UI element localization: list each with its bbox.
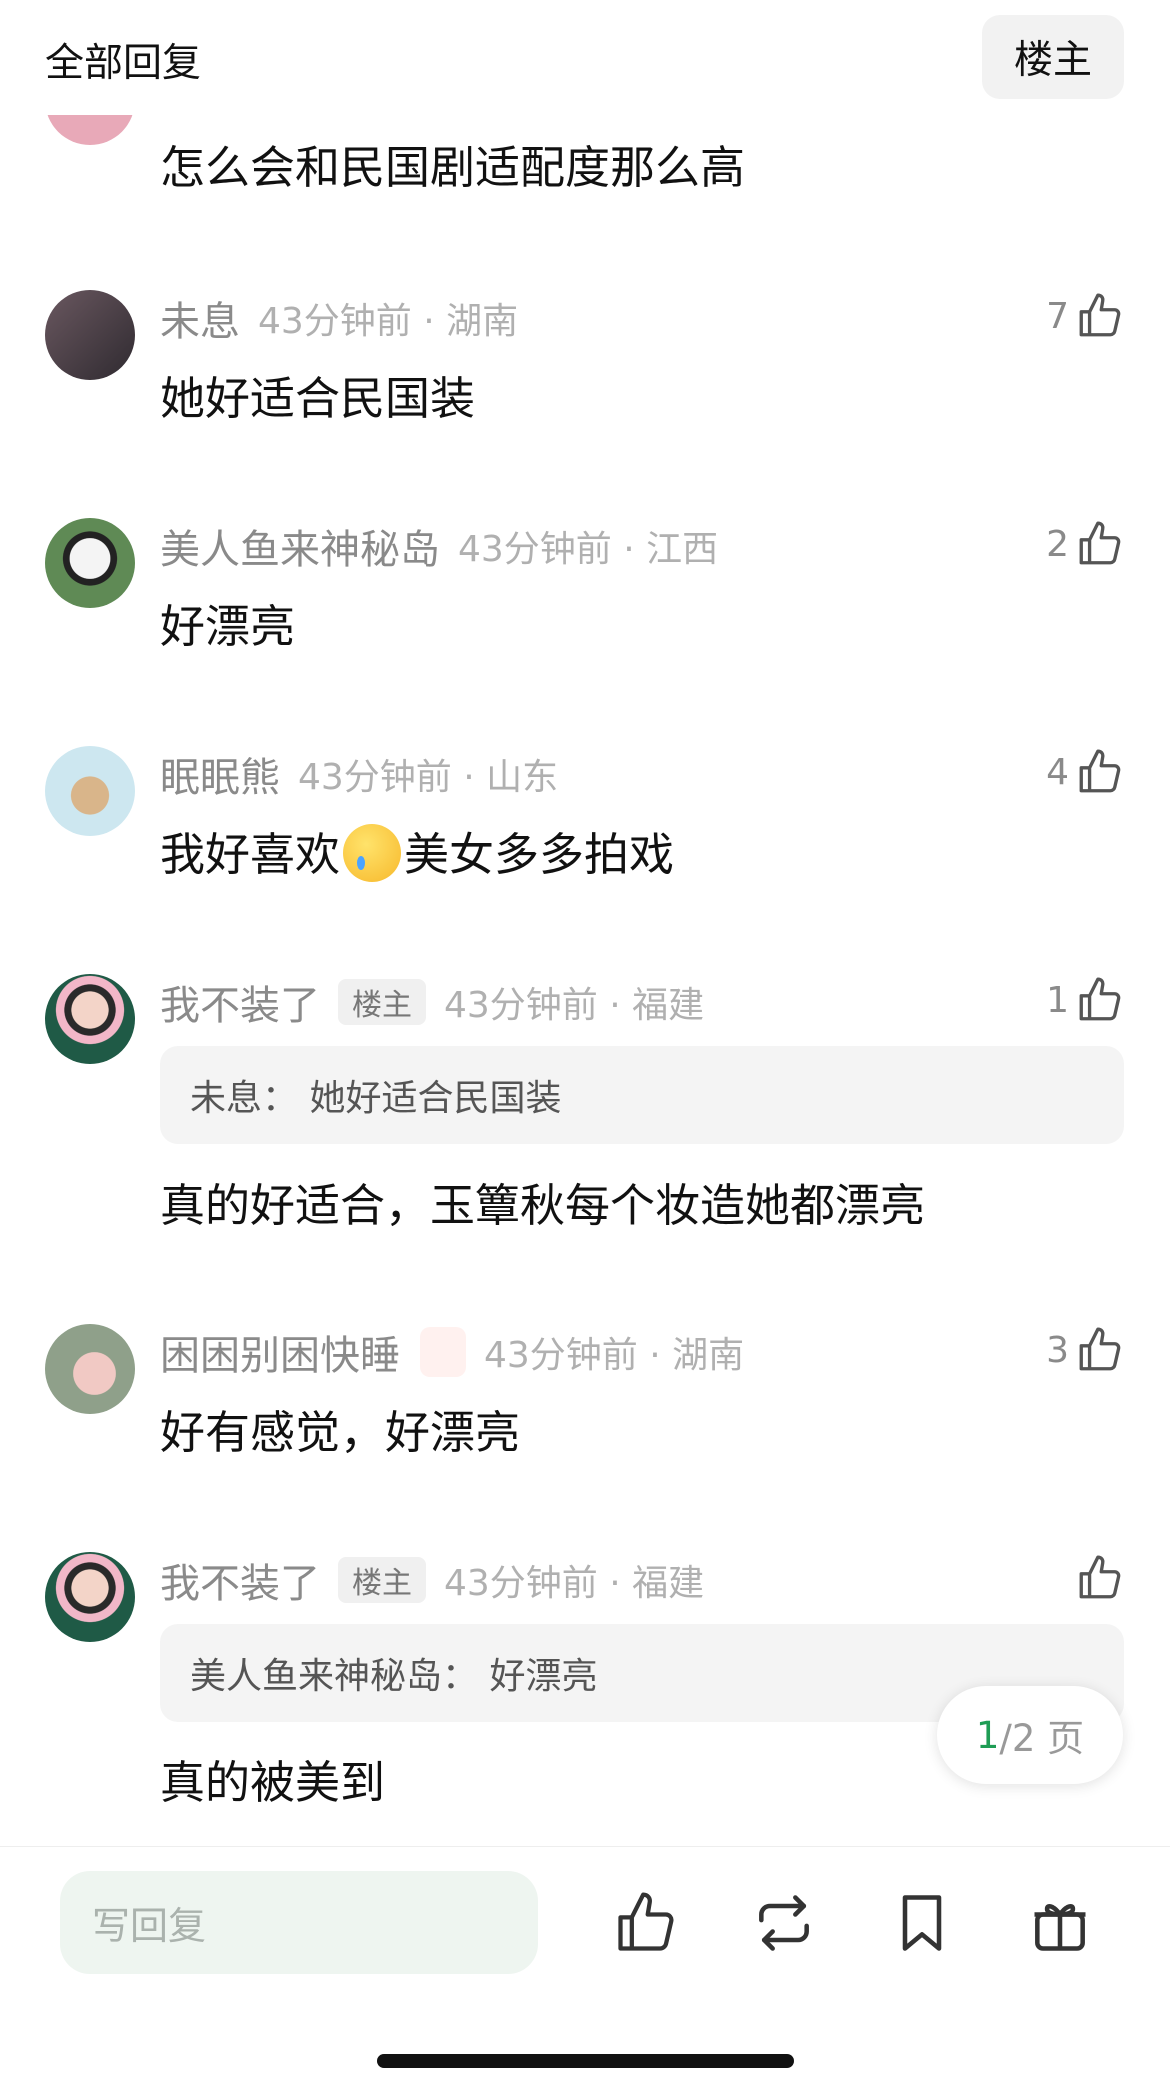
timestamp: 43分钟前 · 福建 (444, 1563, 705, 1604)
username[interactable]: 美人鱼来神秘岛 (160, 517, 440, 575)
comment-text-part: 我好喜欢 (160, 828, 341, 881)
timestamp: 43分钟前 · 山东 (298, 757, 559, 798)
like-count: 3 (1046, 1329, 1069, 1371)
current-page: 1 (975, 1713, 1000, 1757)
reply-input[interactable]: 写回复 (60, 1871, 538, 1974)
thumbs-up-icon (1079, 1555, 1121, 1599)
page-title: 全部回复 (45, 41, 202, 86)
avatar[interactable] (45, 290, 135, 380)
thumbs-up-icon[interactable] (612, 1889, 680, 1957)
comment-meta: 我不装了 楼主 43分钟前 · 福建 (160, 1552, 704, 1608)
thumbs-up-icon (1079, 293, 1121, 337)
thumbs-up-icon (1079, 521, 1121, 565)
like-count: 2 (1046, 523, 1069, 565)
username[interactable]: 未息 (160, 289, 240, 347)
comment-text: 真的被美到 (160, 1756, 386, 1809)
username[interactable]: 困困别困快睡 (160, 1323, 400, 1381)
cake-badge-icon (420, 1327, 466, 1377)
thumbs-up-icon (1079, 749, 1121, 793)
comment-text: 真的好适合，玉簟秋每个妆造她都漂亮 (160, 1179, 926, 1232)
comment-text: 怎么会和民国剧适配度那么高 (160, 141, 746, 194)
avatar[interactable] (45, 518, 135, 608)
thumbs-up-icon (1079, 1327, 1121, 1371)
header: 全部回复 楼主 (0, 0, 1170, 115)
comment-meta: 眠眠熊 43分钟前 · 山东 (160, 746, 558, 802)
avatar[interactable] (45, 974, 135, 1064)
username[interactable]: 我不装了 (160, 973, 320, 1031)
gift-icon[interactable] (1026, 1889, 1094, 1957)
comment-text-part: 美女多多拍戏 (404, 828, 675, 881)
like-button[interactable]: 7 (1046, 286, 1125, 346)
timestamp: 43分钟前 · 湖南 (258, 301, 519, 342)
bookmark-icon[interactable] (888, 1889, 956, 1957)
quoted-reply[interactable]: 未息： 她好适合民国装 (160, 1046, 1124, 1144)
page-indicator[interactable]: 1/2 页 (937, 1686, 1123, 1784)
owner-tag: 楼主 (338, 979, 426, 1025)
comment-meta: 未息 43分钟前 · 湖南 (160, 290, 518, 346)
username[interactable]: 我不装了 (160, 1551, 320, 1609)
like-count: 7 (1046, 295, 1069, 337)
like-count: 1 (1046, 979, 1069, 1021)
comment-text: 好漂亮 (160, 600, 296, 653)
timestamp: 43分钟前 · 湖南 (484, 1335, 745, 1376)
comment-meta: 美人鱼来神秘岛 43分钟前 · 江西 (160, 518, 718, 574)
home-indicator[interactable] (377, 2054, 794, 2068)
like-button[interactable]: 2 (1046, 514, 1125, 574)
comment-text: 好有感觉，好漂亮 (160, 1406, 521, 1459)
repost-icon[interactable] (750, 1889, 818, 1957)
like-button[interactable]: 4 (1046, 742, 1125, 802)
crying-face-icon (343, 824, 402, 882)
avatar[interactable] (45, 1324, 135, 1414)
timestamp: 43分钟前 · 福建 (444, 985, 705, 1026)
like-button[interactable]: 1 (1046, 970, 1125, 1030)
comment-meta: 困困别困快睡 43分钟前 · 湖南 (160, 1324, 744, 1380)
comment-text: 她好适合民国装 (160, 372, 476, 425)
comment-meta: 我不装了 楼主 43分钟前 · 福建 (160, 974, 704, 1030)
owner-filter-button[interactable]: 楼主 (982, 15, 1124, 99)
like-button[interactable]: 3 (1046, 1320, 1125, 1380)
like-count: 4 (1046, 751, 1069, 793)
timestamp: 43分钟前 · 江西 (458, 529, 719, 570)
thumbs-up-icon (1079, 977, 1121, 1021)
page-total: /2 页 (999, 1717, 1085, 1760)
owner-tag: 楼主 (338, 1557, 426, 1603)
avatar[interactable] (45, 746, 135, 836)
username[interactable]: 眠眠熊 (160, 745, 280, 803)
avatar[interactable] (45, 1552, 135, 1642)
comment-text: 我好喜欢 美女多多拍戏 (160, 818, 674, 883)
like-button[interactable] (1075, 1548, 1125, 1608)
